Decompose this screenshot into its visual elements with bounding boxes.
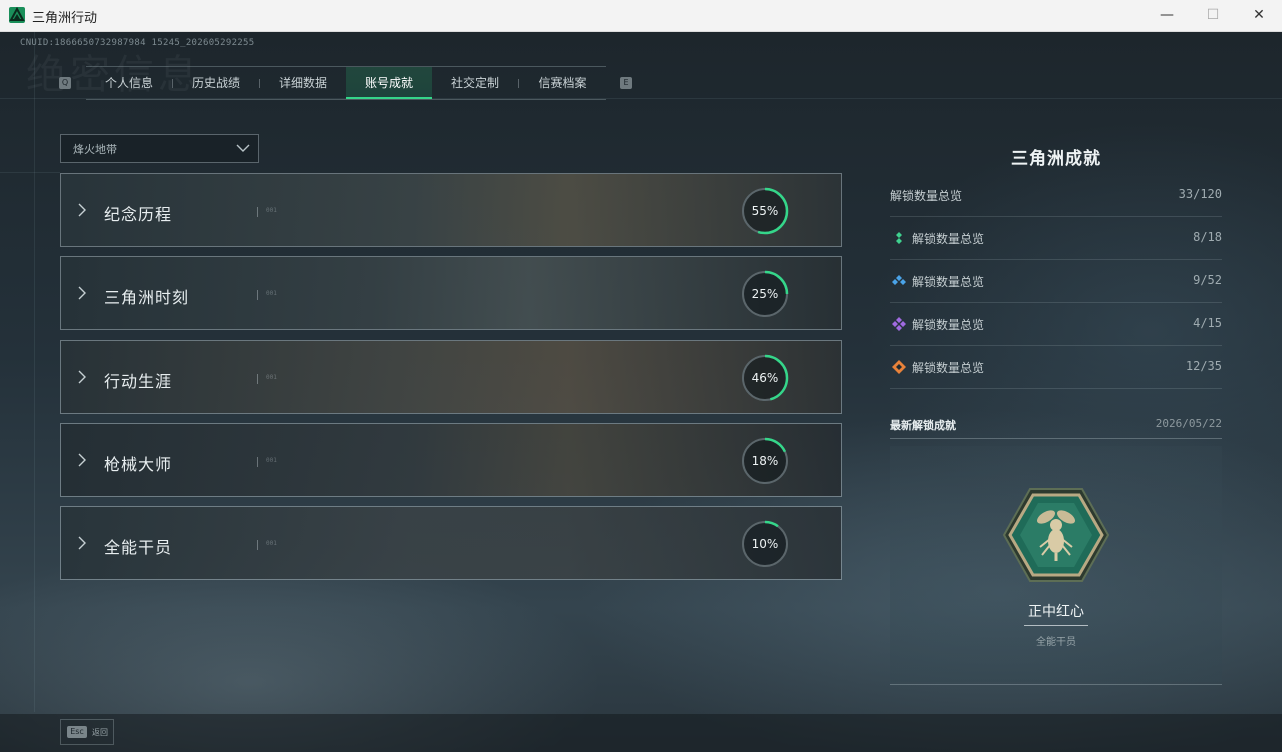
progress-ring: 46%: [741, 354, 789, 402]
progress-ring: 18%: [741, 437, 789, 485]
chevron-right-icon: [78, 286, 86, 300]
esc-key-icon: Esc: [67, 726, 87, 738]
tab-bar: 个人信息 历史战绩 详细数据 账号成就 社交定制 信赛档案: [86, 66, 606, 100]
stat-row-tier: 解锁数量总览 4/15: [890, 303, 1222, 346]
progress-percent: 10%: [751, 537, 779, 551]
card-background: [61, 507, 841, 579]
chevron-right-icon: [78, 453, 86, 467]
card-tick: [257, 207, 258, 217]
prev-tab-key[interactable]: Q: [59, 77, 71, 89]
badge-name: 正中红心: [1028, 604, 1084, 620]
stat-value: 12/35: [1185, 359, 1222, 373]
wasp-badge-icon[interactable]: [1002, 487, 1110, 583]
progress-percent: 25%: [751, 287, 779, 301]
purple-tier-icon: [892, 317, 906, 331]
stat-value: 33/120: [1178, 187, 1222, 201]
category-label: 全能干员: [104, 538, 173, 557]
blue-tier-icon: [892, 275, 906, 285]
tab-personal-info[interactable]: 个人信息: [86, 67, 172, 99]
chevron-right-icon: [78, 536, 86, 550]
app-window: 三角洲行动 — ☐ ✕ 绝密信息 CNUID:1866650732987984 …: [0, 0, 1282, 752]
stat-label: 解锁数量总览: [912, 318, 985, 332]
app-logo-icon: [9, 7, 25, 23]
next-tab-key[interactable]: E: [620, 77, 632, 89]
chevron-right-icon: [78, 370, 86, 384]
stat-label: 解锁数量总览: [890, 189, 963, 203]
latest-unlock-label: 最新解锁成就: [890, 419, 956, 432]
card-code: 001: [266, 290, 277, 297]
card-tick: [257, 540, 258, 550]
divider: [890, 684, 1222, 685]
stat-value: 8/18: [1193, 230, 1222, 244]
card-background: [61, 341, 841, 413]
card-code: 001: [266, 457, 277, 464]
stat-label: 解锁数量总览: [912, 232, 985, 246]
title-bar: 三角洲行动 — ☐ ✕: [0, 0, 1282, 32]
stat-row-tier: 解锁数量总览 12/35: [890, 346, 1222, 389]
card-background: [61, 424, 841, 496]
window-title: 三角洲行动: [32, 11, 98, 26]
category-card[interactable]: 全能干员 001 10%: [60, 506, 842, 580]
card-code: 001: [266, 540, 277, 547]
stat-row-tier: 解锁数量总览 8/18: [890, 217, 1222, 260]
tab-profile[interactable]: 信赛档案: [519, 67, 606, 99]
latest-unlock-date: 2026/05/22: [1155, 417, 1222, 430]
main-content: 绝密信息 CNUID:1866650732987984 15245_202605…: [0, 32, 1282, 752]
category-card[interactable]: 三角洲时刻 001 25%: [60, 256, 842, 330]
divider: [890, 438, 1222, 439]
user-id-text: CNUID:1866650732987984 15245_20260529225…: [20, 38, 255, 48]
orange-tier-icon: [892, 360, 906, 374]
tab-social[interactable]: 社交定制: [432, 67, 518, 99]
progress-ring: 25%: [741, 270, 789, 318]
category-card[interactable]: 枪械大师 001 18%: [60, 423, 842, 497]
tab-details[interactable]: 详细数据: [260, 67, 346, 99]
category-card[interactable]: 纪念历程 001 55%: [60, 173, 842, 247]
minimize-button[interactable]: —: [1144, 0, 1190, 31]
category-label: 纪念历程: [104, 205, 173, 224]
card-code: 001: [266, 374, 277, 381]
green-tier-icon: [896, 232, 902, 244]
progress-percent: 55%: [751, 204, 779, 218]
category-label: 三角洲时刻: [104, 288, 190, 307]
hud-line: [0, 172, 60, 173]
summary-title: 三角洲成就: [1011, 149, 1101, 169]
card-tick: [257, 457, 258, 467]
stat-label: 解锁数量总览: [912, 361, 985, 375]
divider: [1024, 625, 1088, 626]
mode-dropdown-value: 烽火地带: [73, 143, 117, 156]
stat-label: 解锁数量总览: [912, 275, 985, 289]
progress-percent: 46%: [751, 371, 779, 385]
stat-value: 4/15: [1193, 316, 1222, 330]
progress-percent: 18%: [751, 454, 779, 468]
tab-history[interactable]: 历史战绩: [173, 67, 259, 99]
badge-category: 全能干员: [1036, 637, 1076, 648]
stat-value: 9/52: [1193, 273, 1222, 287]
footer-bar: Esc 返回: [0, 714, 1282, 752]
progress-ring: 55%: [741, 187, 789, 235]
chevron-down-icon: [236, 144, 250, 152]
chevron-right-icon: [78, 203, 86, 217]
card-tick: [257, 290, 258, 300]
category-card[interactable]: 行动生涯 001 46%: [60, 340, 842, 414]
back-label: 返回: [92, 728, 108, 737]
hud-line: [34, 32, 35, 712]
maximize-button[interactable]: ☐: [1190, 0, 1236, 31]
card-code: 001: [266, 207, 277, 214]
tab-achievements[interactable]: 账号成就: [346, 67, 432, 99]
stat-row-total: 解锁数量总览 33/120: [890, 174, 1222, 217]
category-label: 枪械大师: [104, 455, 173, 474]
card-background: [61, 174, 841, 246]
card-tick: [257, 374, 258, 384]
category-label: 行动生涯: [104, 372, 173, 391]
progress-ring: 10%: [741, 520, 789, 568]
stat-row-tier: 解锁数量总览 9/52: [890, 260, 1222, 303]
back-button[interactable]: Esc 返回: [60, 719, 114, 745]
close-button[interactable]: ✕: [1236, 0, 1282, 31]
mode-dropdown[interactable]: 烽火地带: [60, 134, 259, 163]
